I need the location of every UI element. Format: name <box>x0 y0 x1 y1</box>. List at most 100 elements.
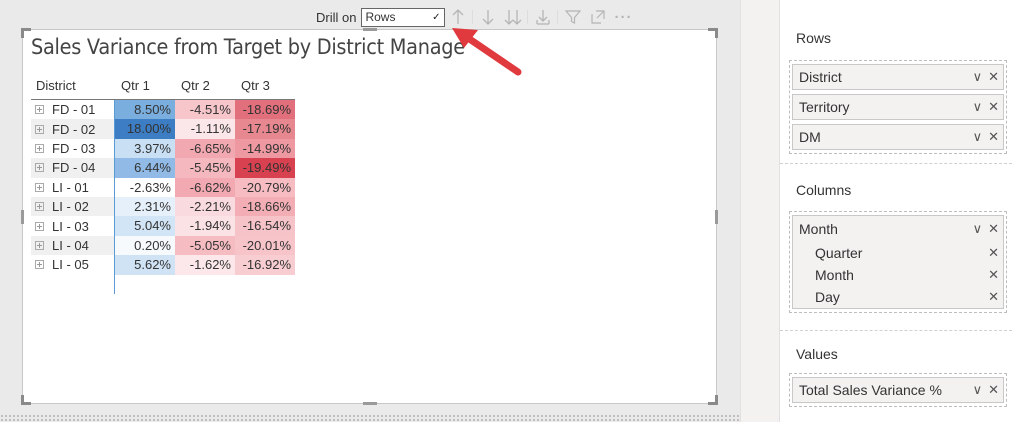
columns-hierarchy-month[interactable]: Month ∨ ✕ Quarter ✕ Month ✕ Day ✕ <box>792 215 1004 309</box>
value-cell-q1[interactable]: 18.00% <box>115 119 175 139</box>
value-cell-q2[interactable]: -6.62% <box>175 177 235 197</box>
rows-field-district[interactable]: District ∨ ✕ <box>792 64 1004 90</box>
expand-next-level-icon[interactable] <box>531 7 555 27</box>
columns-level-day[interactable]: Day ✕ <box>793 286 1003 308</box>
matrix-visual[interactable]: Sales Variance from Target by District M… <box>21 28 718 405</box>
row-header-cell[interactable]: FD - 03 <box>31 138 115 159</box>
columns-level-month[interactable]: Month ✕ <box>793 264 1003 286</box>
chevron-down-icon[interactable]: ∨ <box>973 382 983 398</box>
chevron-down-icon[interactable]: ∨ <box>973 99 983 115</box>
close-icon[interactable]: ✕ <box>988 221 999 237</box>
chevron-down-icon[interactable]: ∨ <box>973 129 983 145</box>
value-cell-q1[interactable]: 0.20% <box>115 235 175 256</box>
close-icon[interactable]: ✕ <box>988 289 999 305</box>
row-header-cell[interactable]: LI - 04 <box>31 235 115 256</box>
value-cell-q1[interactable]: 5.62% <box>115 255 175 275</box>
value-cell-q1[interactable]: 8.50% <box>115 100 175 120</box>
value-cell-q2[interactable]: -4.51% <box>175 100 235 120</box>
row-header-cell[interactable]: LI - 05 <box>31 255 115 275</box>
value-cell-q3[interactable]: -17.19% <box>235 119 295 139</box>
table-row[interactable]: LI - 05 5.62% -1.62% -16.92% <box>31 255 295 275</box>
close-icon[interactable]: ✕ <box>988 382 999 398</box>
value-cell-q2[interactable]: -1.11% <box>175 119 235 139</box>
expand-plus-icon[interactable] <box>35 182 44 192</box>
more-options-icon[interactable]: ··· <box>611 7 635 27</box>
value-cell-q3[interactable]: -18.69% <box>235 100 295 120</box>
table-row[interactable]: FD - 02 18.00% -1.11% -17.19% <box>31 119 295 139</box>
filter-icon[interactable] <box>561 7 585 27</box>
table-row[interactable]: LI - 03 5.04% -1.94% -16.54% <box>31 216 295 236</box>
table-row[interactable]: FD - 01 8.50% -4.51% -18.69% <box>31 100 295 120</box>
row-header-cell[interactable]: FD - 01 <box>31 100 115 120</box>
expand-plus-icon[interactable] <box>35 143 44 153</box>
value-cell-q1[interactable]: 2.31% <box>115 196 175 217</box>
rows-field-territory[interactable]: Territory ∨ ✕ <box>792 94 1004 120</box>
rows-section-label: Rows <box>796 30 832 46</box>
resize-right-handle[interactable] <box>715 210 718 224</box>
row-header-cell[interactable]: LI - 02 <box>31 196 115 217</box>
column-header-qtr2[interactable]: Qtr 2 <box>175 78 235 93</box>
expand-plus-icon[interactable] <box>35 124 44 134</box>
close-icon[interactable]: ✕ <box>988 267 999 283</box>
chevron-down-icon[interactable]: ∨ <box>973 221 983 237</box>
resize-corner-handle[interactable] <box>21 28 31 38</box>
column-header-district[interactable]: District <box>31 78 115 93</box>
column-header-qtr1[interactable]: Qtr 1 <box>115 78 175 93</box>
close-icon[interactable]: ✕ <box>988 99 999 115</box>
value-cell-q1[interactable]: -2.63% <box>115 177 175 197</box>
values-field-total-sales-variance[interactable]: Total Sales Variance % ∨ ✕ <box>792 377 1004 403</box>
value-cell-q3[interactable]: -14.99% <box>235 138 295 159</box>
resize-corner-handle[interactable] <box>708 28 718 38</box>
resize-bottom-handle[interactable] <box>363 402 377 405</box>
table-row[interactable]: FD - 04 6.44% -5.45% -19.49% <box>31 158 295 178</box>
section-divider <box>780 163 1012 164</box>
rows-field-dm[interactable]: DM ∨ ✕ <box>792 124 1004 150</box>
drill-on-select[interactable]: Rows ✓ <box>361 7 446 27</box>
row-header-cell[interactable]: LI - 03 <box>31 216 115 236</box>
value-cell-q1[interactable]: 6.44% <box>115 158 175 178</box>
rows-well[interactable]: District ∨ ✕ Territory ∨ ✕ DM ∨ ✕ <box>789 60 1007 154</box>
section-divider <box>780 330 1012 331</box>
value-cell-q3[interactable]: -16.92% <box>235 255 295 275</box>
close-icon[interactable]: ✕ <box>988 245 999 261</box>
table-row[interactable]: LI - 02 2.31% -2.21% -18.66% <box>31 196 295 217</box>
expand-plus-icon[interactable] <box>35 240 44 250</box>
resize-top-handle[interactable] <box>363 28 377 31</box>
expand-plus-icon[interactable] <box>35 221 44 231</box>
value-cell-q3[interactable]: -16.54% <box>235 216 295 236</box>
value-cell-q2[interactable]: -6.65% <box>175 138 235 159</box>
value-cell-q2[interactable]: -1.94% <box>175 216 235 236</box>
expand-plus-icon[interactable] <box>35 202 44 212</box>
focus-mode-icon[interactable] <box>586 7 610 27</box>
close-icon[interactable]: ✕ <box>988 69 999 85</box>
columns-well[interactable]: Month ∨ ✕ Quarter ✕ Month ✕ Day ✕ <box>789 211 1007 313</box>
value-cell-q2[interactable]: -2.21% <box>175 196 235 217</box>
row-header-cell[interactable]: FD - 04 <box>31 158 115 178</box>
value-cell-q2[interactable]: -5.45% <box>175 158 235 178</box>
value-cell-q2[interactable]: -1.62% <box>175 255 235 275</box>
value-cell-q3[interactable]: -20.79% <box>235 177 295 197</box>
value-cell-q1[interactable]: 5.04% <box>115 216 175 236</box>
expand-plus-icon[interactable] <box>35 260 44 270</box>
table-row[interactable]: LI - 04 0.20% -5.05% -20.01% <box>31 235 295 256</box>
close-icon[interactable]: ✕ <box>988 129 999 145</box>
resize-left-handle[interactable] <box>21 210 24 224</box>
expand-plus-icon[interactable] <box>35 163 44 173</box>
values-well[interactable]: Total Sales Variance % ∨ ✕ <box>789 373 1007 407</box>
value-cell-q1[interactable]: 3.97% <box>115 138 175 159</box>
table-row[interactable]: FD - 03 3.97% -6.65% -14.99% <box>31 138 295 159</box>
resize-corner-handle[interactable] <box>708 395 718 405</box>
expand-plus-icon[interactable] <box>35 105 44 115</box>
value-cell-q3[interactable]: -19.49% <box>235 158 295 178</box>
table-row[interactable]: LI - 01 -2.63% -6.62% -20.79% <box>31 177 295 197</box>
chevron-down-icon[interactable]: ∨ <box>973 69 983 85</box>
row-header-cell[interactable]: LI - 01 <box>31 177 115 197</box>
value-cell-q2[interactable]: -5.05% <box>175 235 235 256</box>
columns-field-month[interactable]: Month ∨ ✕ <box>793 216 1003 242</box>
resize-corner-handle[interactable] <box>21 395 31 405</box>
row-header-cell[interactable]: FD - 02 <box>31 119 115 139</box>
columns-level-quarter[interactable]: Quarter ✕ <box>793 242 1003 264</box>
value-cell-q3[interactable]: -18.66% <box>235 196 295 217</box>
value-cell-q3[interactable]: -20.01% <box>235 235 295 256</box>
column-header-qtr3[interactable]: Qtr 3 <box>235 78 295 93</box>
